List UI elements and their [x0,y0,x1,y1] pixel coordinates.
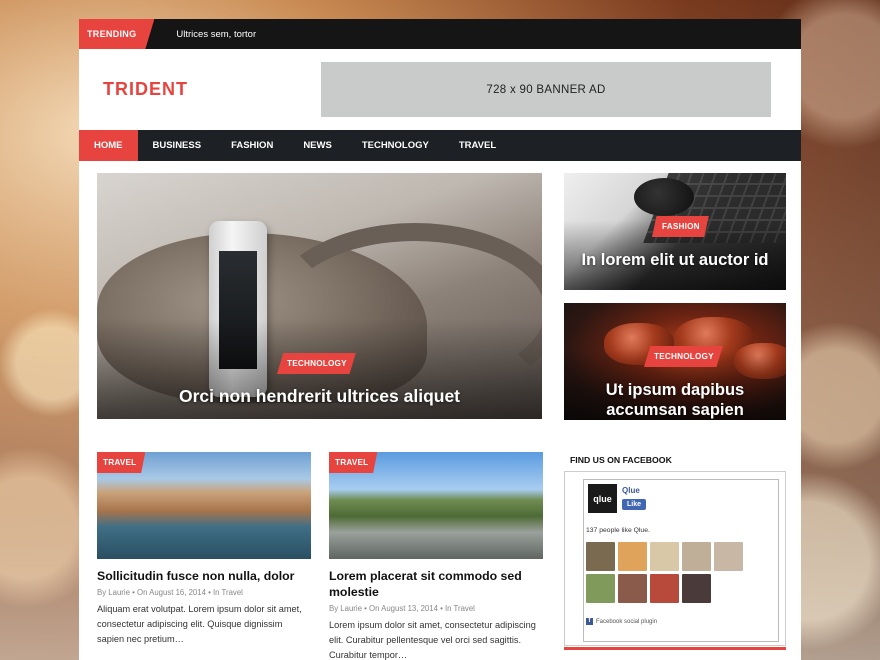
post-2-excerpt: Lorem ipsum dolor sit amet, consectetur … [329,620,536,660]
nav-item-home[interactable]: HOME [79,130,138,161]
post-1-image[interactable]: TRAVEL [97,452,311,559]
post-2-image[interactable]: TRAVEL [329,452,543,559]
website-page: TRENDING Ultrices sem, tortor TRIDENT 72… [79,19,801,660]
trending-label: TRENDING [79,19,155,49]
nav-item-news[interactable]: NEWS [288,130,347,161]
post-1-title[interactable]: Sollicitudin fusce non nulla, dolor [97,568,311,584]
side-feature-2-title[interactable]: Ut ipsum dapibus accumsan sapien [564,380,786,420]
avatar[interactable] [650,574,679,603]
fb-faces-grid [586,542,756,603]
fb-like-count: 137 people like Qlue. [586,527,650,534]
nav-item-fashion[interactable]: FASHION [216,130,288,161]
side-feature-1-tag[interactable]: FASHION [652,216,709,237]
post-card-1: TRAVEL Sollicitudin fusce non nulla, dol… [97,452,311,647]
fb-social-plugin-label: f Facebook social plugin [586,618,657,625]
trending-bar: TRENDING Ultrices sem, tortor [79,19,801,49]
post-2-meta: By Laurie • On August 13, 2014 • In Trav… [329,604,475,613]
sidebar-heading: FIND US ON FACEBOOK [570,455,672,465]
facebook-widget: qlue Qlue Like 137 people like Qlue. f F… [564,471,786,646]
side-feature-1[interactable]: FASHION In lorem elit ut auctor id [564,173,786,290]
post-1-excerpt: Aliquam erat volutpat. Lorem ipsum dolor… [97,604,302,644]
facebook-icon: f [586,618,593,625]
banner-ad[interactable]: 728 x 90 BANNER AD [321,62,771,117]
post-2-title[interactable]: Lorem placerat sit commodo sed molestie [329,568,543,600]
nav-item-technology[interactable]: TECHNOLOGY [347,130,444,161]
post-card-2: TRAVEL Lorem placerat sit commodo sed mo… [329,452,543,660]
post-1-meta: By Laurie • On August 16, 2014 • In Trav… [97,588,243,597]
featured-category-tag[interactable]: TECHNOLOGY [277,353,356,374]
side-feature-1-title[interactable]: In lorem elit ut auctor id [564,250,786,270]
trending-headline-link[interactable]: Ultrices sem, tortor [176,29,256,40]
avatar[interactable] [618,574,647,603]
avatar[interactable] [714,542,743,571]
side-feature-2[interactable]: TECHNOLOGY Ut ipsum dapibus accumsan sap… [564,303,786,420]
featured-article[interactable]: TECHNOLOGY Orci non hendrerit ultrices a… [97,173,542,419]
post-2-tag[interactable]: TRAVEL [329,452,378,473]
fb-page-logo[interactable]: qlue [588,484,617,513]
avatar[interactable] [682,542,711,571]
post-1-tag[interactable]: TRAVEL [97,452,146,473]
featured-title[interactable]: Orci non hendrerit ultrices aliquet [97,386,542,407]
sidebar-divider [564,647,786,650]
avatar[interactable] [586,542,615,571]
fb-page-name[interactable]: Qlue [622,486,640,495]
nav-item-business[interactable]: BUSINESS [138,130,217,161]
fb-plugin-text: Facebook social plugin [596,618,658,625]
avatar[interactable] [650,542,679,571]
main-navigation: HOME BUSINESS FASHION NEWS TECHNOLOGY TR… [79,130,801,161]
sunglasses-image [634,178,694,216]
avatar[interactable] [618,542,647,571]
site-logo[interactable]: TRIDENT [103,79,188,100]
avatar[interactable] [682,574,711,603]
site-header: TRIDENT 728 x 90 BANNER AD [79,49,801,130]
nav-item-travel[interactable]: TRAVEL [444,130,511,161]
fb-like-button[interactable]: Like [622,499,647,510]
avatar[interactable] [586,574,615,603]
side-feature-2-tag[interactable]: TECHNOLOGY [644,346,723,367]
